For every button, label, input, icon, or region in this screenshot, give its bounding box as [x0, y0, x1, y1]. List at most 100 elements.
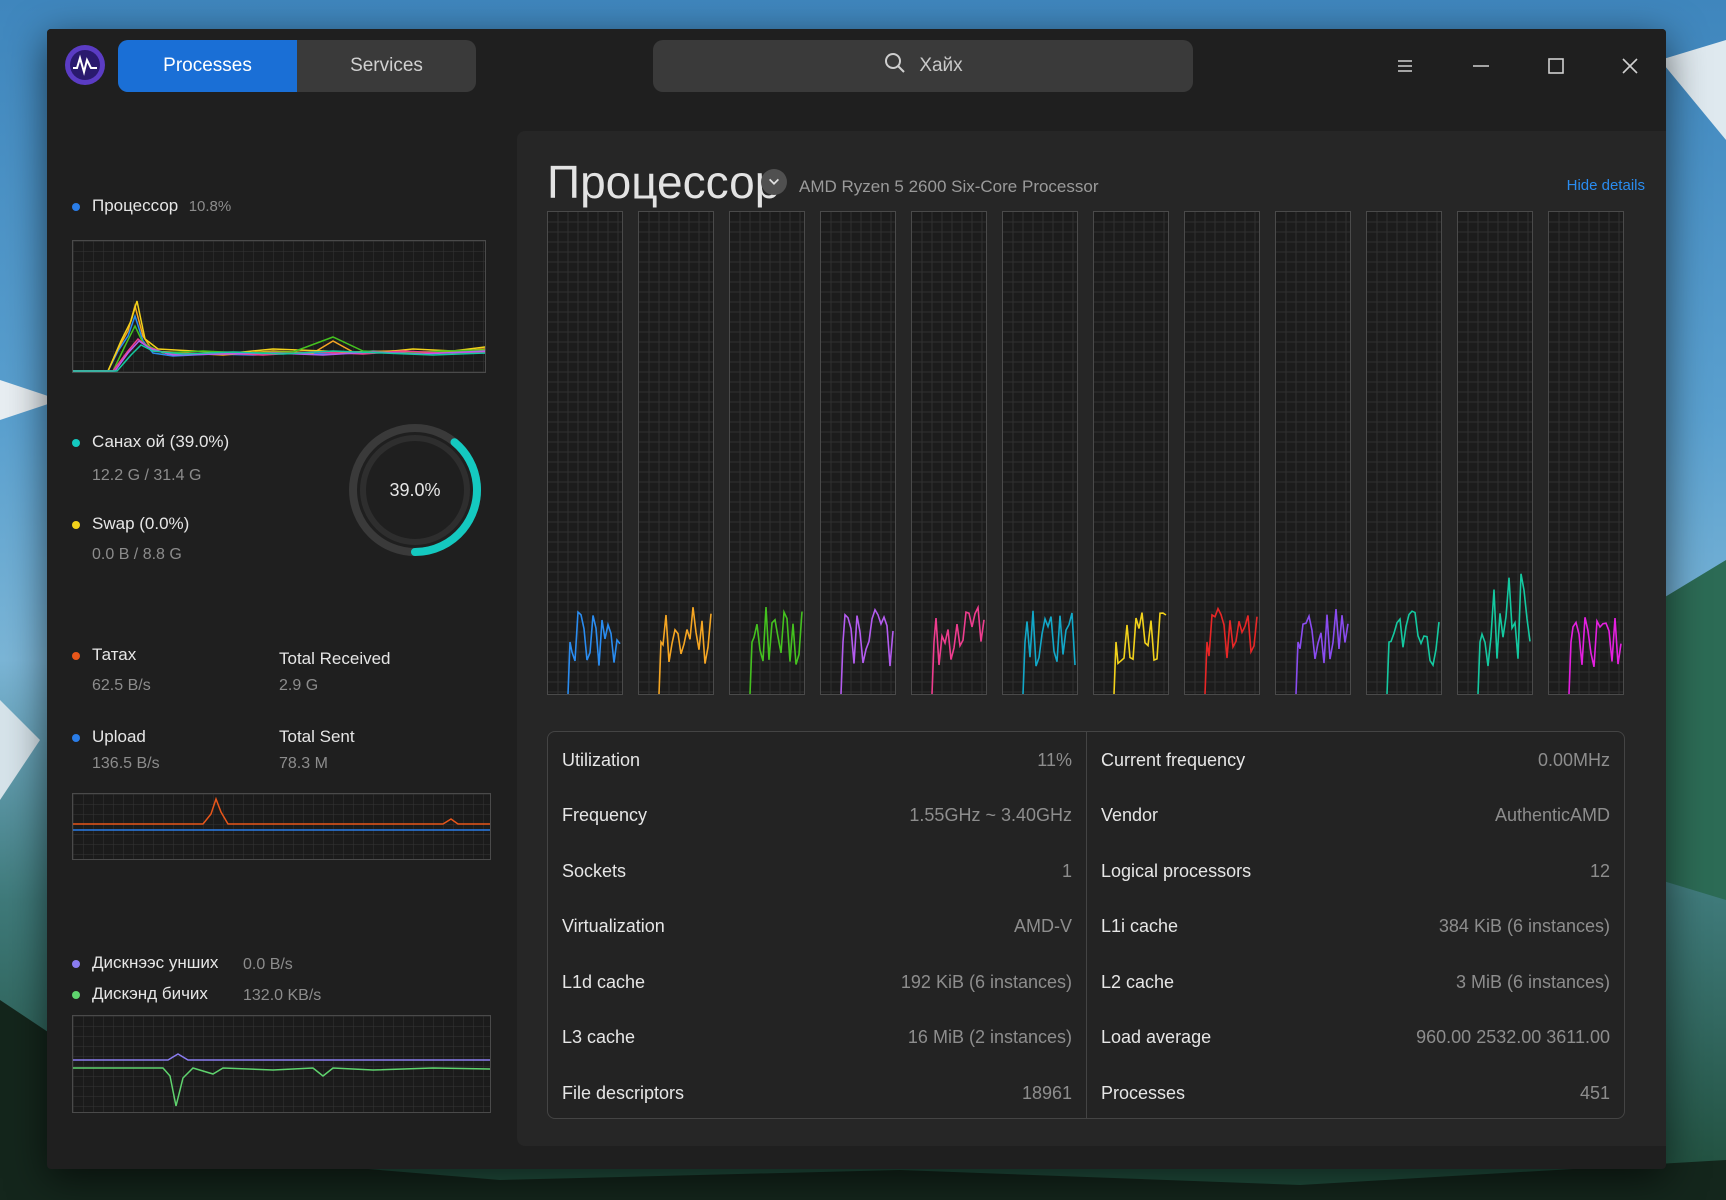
- download-legend-dot: [72, 651, 80, 660]
- info-key: File descriptors: [562, 1082, 685, 1103]
- hamburger-menu-icon: [1398, 60, 1412, 72]
- cpu-info-table: Utilization 11% Frequency 1.55GHz ~ 3.40GHz…: [547, 731, 1625, 1119]
- menu-button[interactable]: [1387, 50, 1423, 82]
- search-placeholder: Хайх: [919, 55, 963, 76]
- chevron-down-icon: [769, 178, 779, 185]
- disk-read-summary[interactable]: Дискнээс унших: [72, 953, 218, 973]
- sidebar: Процессор 10.8% Санах ой (39.0%) 12.2 G …: [47, 104, 507, 1169]
- core-graph: [1457, 211, 1533, 695]
- ram-value: 12.2 G / 31.4 G: [92, 467, 202, 484]
- ram-label: Санах ой (39.0%): [92, 432, 230, 451]
- core-graph: [1275, 211, 1351, 695]
- info-key: Virtualization: [562, 916, 665, 936]
- disk-read-value: 0.0 B/s: [243, 956, 293, 973]
- swap-value: 0.0 B / 8.8 G: [92, 546, 182, 563]
- disk-read-label: Дискнээс унших: [92, 953, 219, 972]
- info-key: Logical processors: [1101, 860, 1252, 881]
- tab-services[interactable]: Services: [297, 40, 476, 92]
- memory-summary[interactable]: Санах ой (39.0%): [72, 432, 229, 452]
- cpu-summary[interactable]: Процессор 10.8%: [72, 196, 231, 216]
- info-row: File descriptors 18961: [562, 1079, 1072, 1107]
- swap-label: Swap (0.0%): [92, 514, 190, 533]
- total-received-value: 2.9 G: [279, 677, 319, 694]
- core-graph: [547, 211, 623, 695]
- info-value: 1: [1061, 860, 1072, 881]
- info-key: Vendor: [1101, 805, 1159, 825]
- system-monitor-window: Processes Services Хайх Процессор 10.8%: [47, 29, 1666, 1169]
- download-summary[interactable]: Татах: [72, 645, 136, 665]
- info-key: Load average: [1101, 1027, 1212, 1047]
- network-history-graph: [72, 793, 491, 860]
- total-sent-value: 78.3 M: [279, 755, 328, 772]
- title-bar: Processes Services Хайх: [47, 29, 1666, 104]
- per-core-graphs: [547, 211, 1637, 695]
- info-key: L1d cache: [562, 971, 646, 992]
- upload-value: 136.5 B/s: [92, 755, 160, 772]
- info-row: Current frequency 0.00MHz: [1101, 746, 1610, 774]
- info-row: L3 cache 16 MiB (2 instances): [562, 1024, 1072, 1052]
- total-sent-label: Total Sent: [279, 727, 355, 746]
- info-value: 12: [1589, 860, 1610, 881]
- info-key: L1i cache: [1101, 916, 1179, 936]
- core-graph: [911, 211, 987, 695]
- disk-history-graph: [72, 1015, 491, 1113]
- info-value: 451: [1579, 1082, 1610, 1103]
- info-key: Current frequency: [1101, 749, 1246, 770]
- info-value: 11%: [1037, 749, 1072, 770]
- cpu-legend-dot: [72, 202, 80, 211]
- info-row: Vendor AuthenticAMD: [1101, 802, 1610, 830]
- cpu-selector-button[interactable]: [761, 169, 787, 195]
- info-value: 1.55GHz ~ 3.40GHz: [909, 805, 1072, 825]
- upload-label: Upload: [92, 727, 146, 746]
- disk-write-value: 132.0 KB/s: [243, 987, 322, 1004]
- info-key: Processes: [1101, 1082, 1186, 1103]
- info-value: 16 MiB (2 instances): [907, 1027, 1072, 1047]
- tab-processes[interactable]: Processes: [118, 40, 297, 92]
- info-key: Frequency: [562, 805, 648, 825]
- memory-donut-chart: 39.0%: [345, 420, 485, 560]
- info-row: Load average 960.00 2532.00 3611.00: [1101, 1024, 1610, 1052]
- info-value: 384 KiB (6 instances): [1438, 916, 1610, 936]
- core-graph: [729, 211, 805, 695]
- info-row: Frequency 1.55GHz ~ 3.40GHz: [562, 802, 1072, 830]
- info-row: Logical processors 12: [1101, 857, 1610, 885]
- info-row: Virtualization AMD-V: [562, 913, 1072, 941]
- core-graph: [1366, 211, 1442, 695]
- disk-read-legend-dot: [72, 959, 80, 968]
- memory-legend-dot: [72, 438, 80, 447]
- disk-write-legend-dot: [72, 990, 80, 999]
- cpu-model-name: AMD Ryzen 5 2600 Six-Core Processor: [799, 177, 1099, 196]
- memory-donut-percent: 39.0%: [389, 479, 441, 500]
- upload-summary: Upload: [72, 727, 146, 747]
- minimize-icon: [1473, 65, 1489, 67]
- download-value: 62.5 B/s: [92, 677, 151, 694]
- info-row: L1i cache 384 KiB (6 instances): [1101, 913, 1610, 941]
- info-value: AuthenticAMD: [1494, 805, 1610, 825]
- maximize-button[interactable]: [1538, 50, 1574, 82]
- core-graph: [1093, 211, 1169, 695]
- close-button[interactable]: [1612, 50, 1648, 82]
- core-graph: [1548, 211, 1624, 695]
- info-value: AMD-V: [1014, 916, 1072, 936]
- app-logo-icon: [64, 44, 106, 86]
- search-input[interactable]: Хайх: [653, 40, 1193, 92]
- info-row: Utilization 11%: [562, 746, 1072, 774]
- swap-summary: Swap (0.0%): [72, 514, 189, 534]
- info-row: Processes 451: [1101, 1079, 1610, 1107]
- maximize-icon: [1548, 58, 1564, 74]
- minimize-button[interactable]: [1463, 50, 1499, 82]
- hide-details-link[interactable]: Hide details: [1567, 177, 1645, 194]
- cpu-history-graph: [72, 240, 486, 373]
- close-icon: [1622, 58, 1638, 74]
- cpu-info-right-column: Current frequency 0.00MHz Vendor AuthenticA…: [1087, 732, 1624, 1118]
- disk-write-summary: Дискэнд бичих: [72, 984, 208, 1004]
- upload-legend-dot: [72, 733, 80, 742]
- info-key: L2 cache: [1101, 971, 1175, 992]
- cpu-percent: 10.8%: [188, 198, 232, 215]
- total-received-label: Total Received: [279, 649, 391, 668]
- info-row: Sockets 1: [562, 857, 1072, 885]
- core-graph: [820, 211, 896, 695]
- info-value: 960.00 2532.00 3611.00: [1416, 1027, 1610, 1047]
- disk-write-label: Дискэнд бичих: [92, 984, 208, 1003]
- cpu-label: Процессор: [92, 196, 179, 215]
